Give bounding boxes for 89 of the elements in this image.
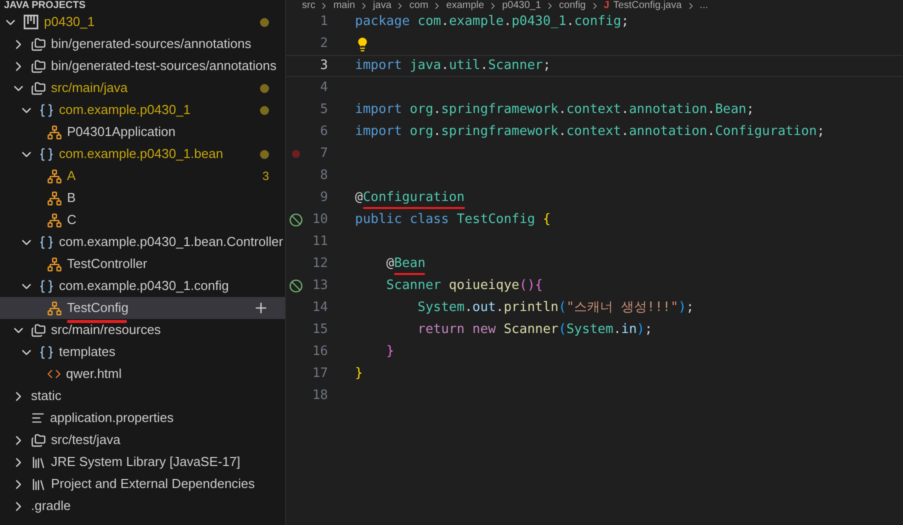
line-number: 14 [311,299,328,318]
folder-icon [31,58,46,74]
line-number: 7 [319,145,328,164]
line-number: 3 [319,57,328,76]
tree-item[interactable]: .gradle [0,495,285,517]
line-number: 15 [311,321,328,340]
class-icon [47,190,62,206]
line-number: 12 [311,255,328,274]
tree-item[interactable]: P04301Application [0,121,285,143]
folder-icon [31,80,46,96]
tree-item[interactable]: static [0,385,285,407]
braces-icon [39,234,54,250]
code-line: import org.springframework.context.annotation.Configuration; [355,123,825,142]
breadcrumb-item[interactable]: main [333,0,356,11]
tree-item[interactable]: C [0,209,285,231]
bean-icon[interactable] [289,213,303,227]
code-line: } [355,365,363,384]
line-number: 9 [319,189,328,208]
braces-icon [39,146,54,162]
braces-icon [39,278,54,294]
line-number: 11 [311,233,328,252]
html-icon [47,367,61,381]
tree-item[interactable]: src/main/java [0,77,285,99]
bean-icon[interactable] [289,279,303,293]
tree-item[interactable]: TestController [0,253,285,275]
line-number: 5 [319,101,328,120]
line-number: 4 [319,79,328,98]
add-icon[interactable] [253,300,269,316]
braces-icon [39,102,54,118]
panel-title: JAVA PROJECTS [3,0,86,11]
class-icon [47,256,62,272]
library-icon [31,454,46,470]
breadcrumb-item[interactable]: example [446,0,484,11]
code-line: import org.springframework.context.annotation.Bean; [355,101,754,120]
file-icon [31,411,45,425]
class-icon [47,124,62,140]
tree-item[interactable]: Project and External Dependencies [0,473,285,495]
line-number: 2 [319,35,328,54]
line-number: 18 [311,387,328,406]
code-line: @Bean [355,254,426,274]
folder-icon [31,36,46,52]
folder-icon [31,322,46,338]
code-line: @Configuration [355,188,465,208]
code-line: Scanner qoiueiqye(){ [385,277,543,296]
tree-item[interactable]: bin/generated-test-sources/annotations [0,55,285,77]
tree-item[interactable]: com.example.p0430_1.bean [0,143,285,165]
line-number: 13 [311,277,328,296]
tree-item[interactable]: JRE System Library [JavaSE-17] [0,451,285,473]
tree-item[interactable]: B [0,187,285,209]
line-number: 16 [311,343,328,362]
tree-item[interactable]: qwer.html [0,363,285,385]
tree-item[interactable]: com.example.p0430_1 [0,99,285,121]
class-icon [47,300,62,316]
code-line: public class TestConfig { [355,211,551,230]
folder-icon [31,432,46,448]
line-number: 1 [319,13,328,32]
breadcrumb-item[interactable]: TestConfig.java [613,0,682,11]
tree-item[interactable]: com.example.p0430_1.bean.Controller [0,231,285,253]
line-number: 6 [319,123,328,142]
lightbulb-icon[interactable] [355,36,370,52]
line-number: 8 [319,167,328,186]
project-icon [23,14,39,30]
tree-item[interactable]: bin/generated-sources/annotations [0,33,285,55]
library-icon [31,476,46,492]
code-line: package com.example.p0430_1.config; [355,13,629,32]
breadcrumb-item[interactable]: p0430_1 [502,0,542,11]
tree-item[interactable]: application.properties [0,407,285,429]
java-file-icon: J [604,0,610,11]
problem-count: 3 [262,168,269,185]
code-line: } [385,343,394,362]
breadcrumb-item[interactable]: com [409,0,428,11]
tree-item[interactable]: src/main/resources [0,319,285,341]
tree-item[interactable]: src/test/java [0,429,285,451]
code-line: System.out.println("스캐너 생성!!!"); [416,299,694,318]
tree-item[interactable]: com.example.p0430_1.config [0,275,285,297]
breadcrumb-item[interactable]: ... [700,0,708,11]
breadcrumb-item[interactable]: src [302,0,316,11]
code-line: import java.util.Scanner; [355,57,551,76]
tree-item[interactable]: templates [0,341,285,363]
class-icon [47,168,62,184]
breadcrumb-item[interactable]: config [559,0,586,11]
class-icon [47,212,62,228]
line-number: 10 [311,211,328,230]
tree-item[interactable]: A 3 [0,165,285,187]
line-number: 17 [311,365,328,384]
code-line: return new Scanner(System.in); [416,321,652,340]
breadcrumb-item[interactable]: java [373,0,392,11]
tree-item[interactable]: p0430_1 [0,11,285,33]
braces-icon [39,344,54,360]
